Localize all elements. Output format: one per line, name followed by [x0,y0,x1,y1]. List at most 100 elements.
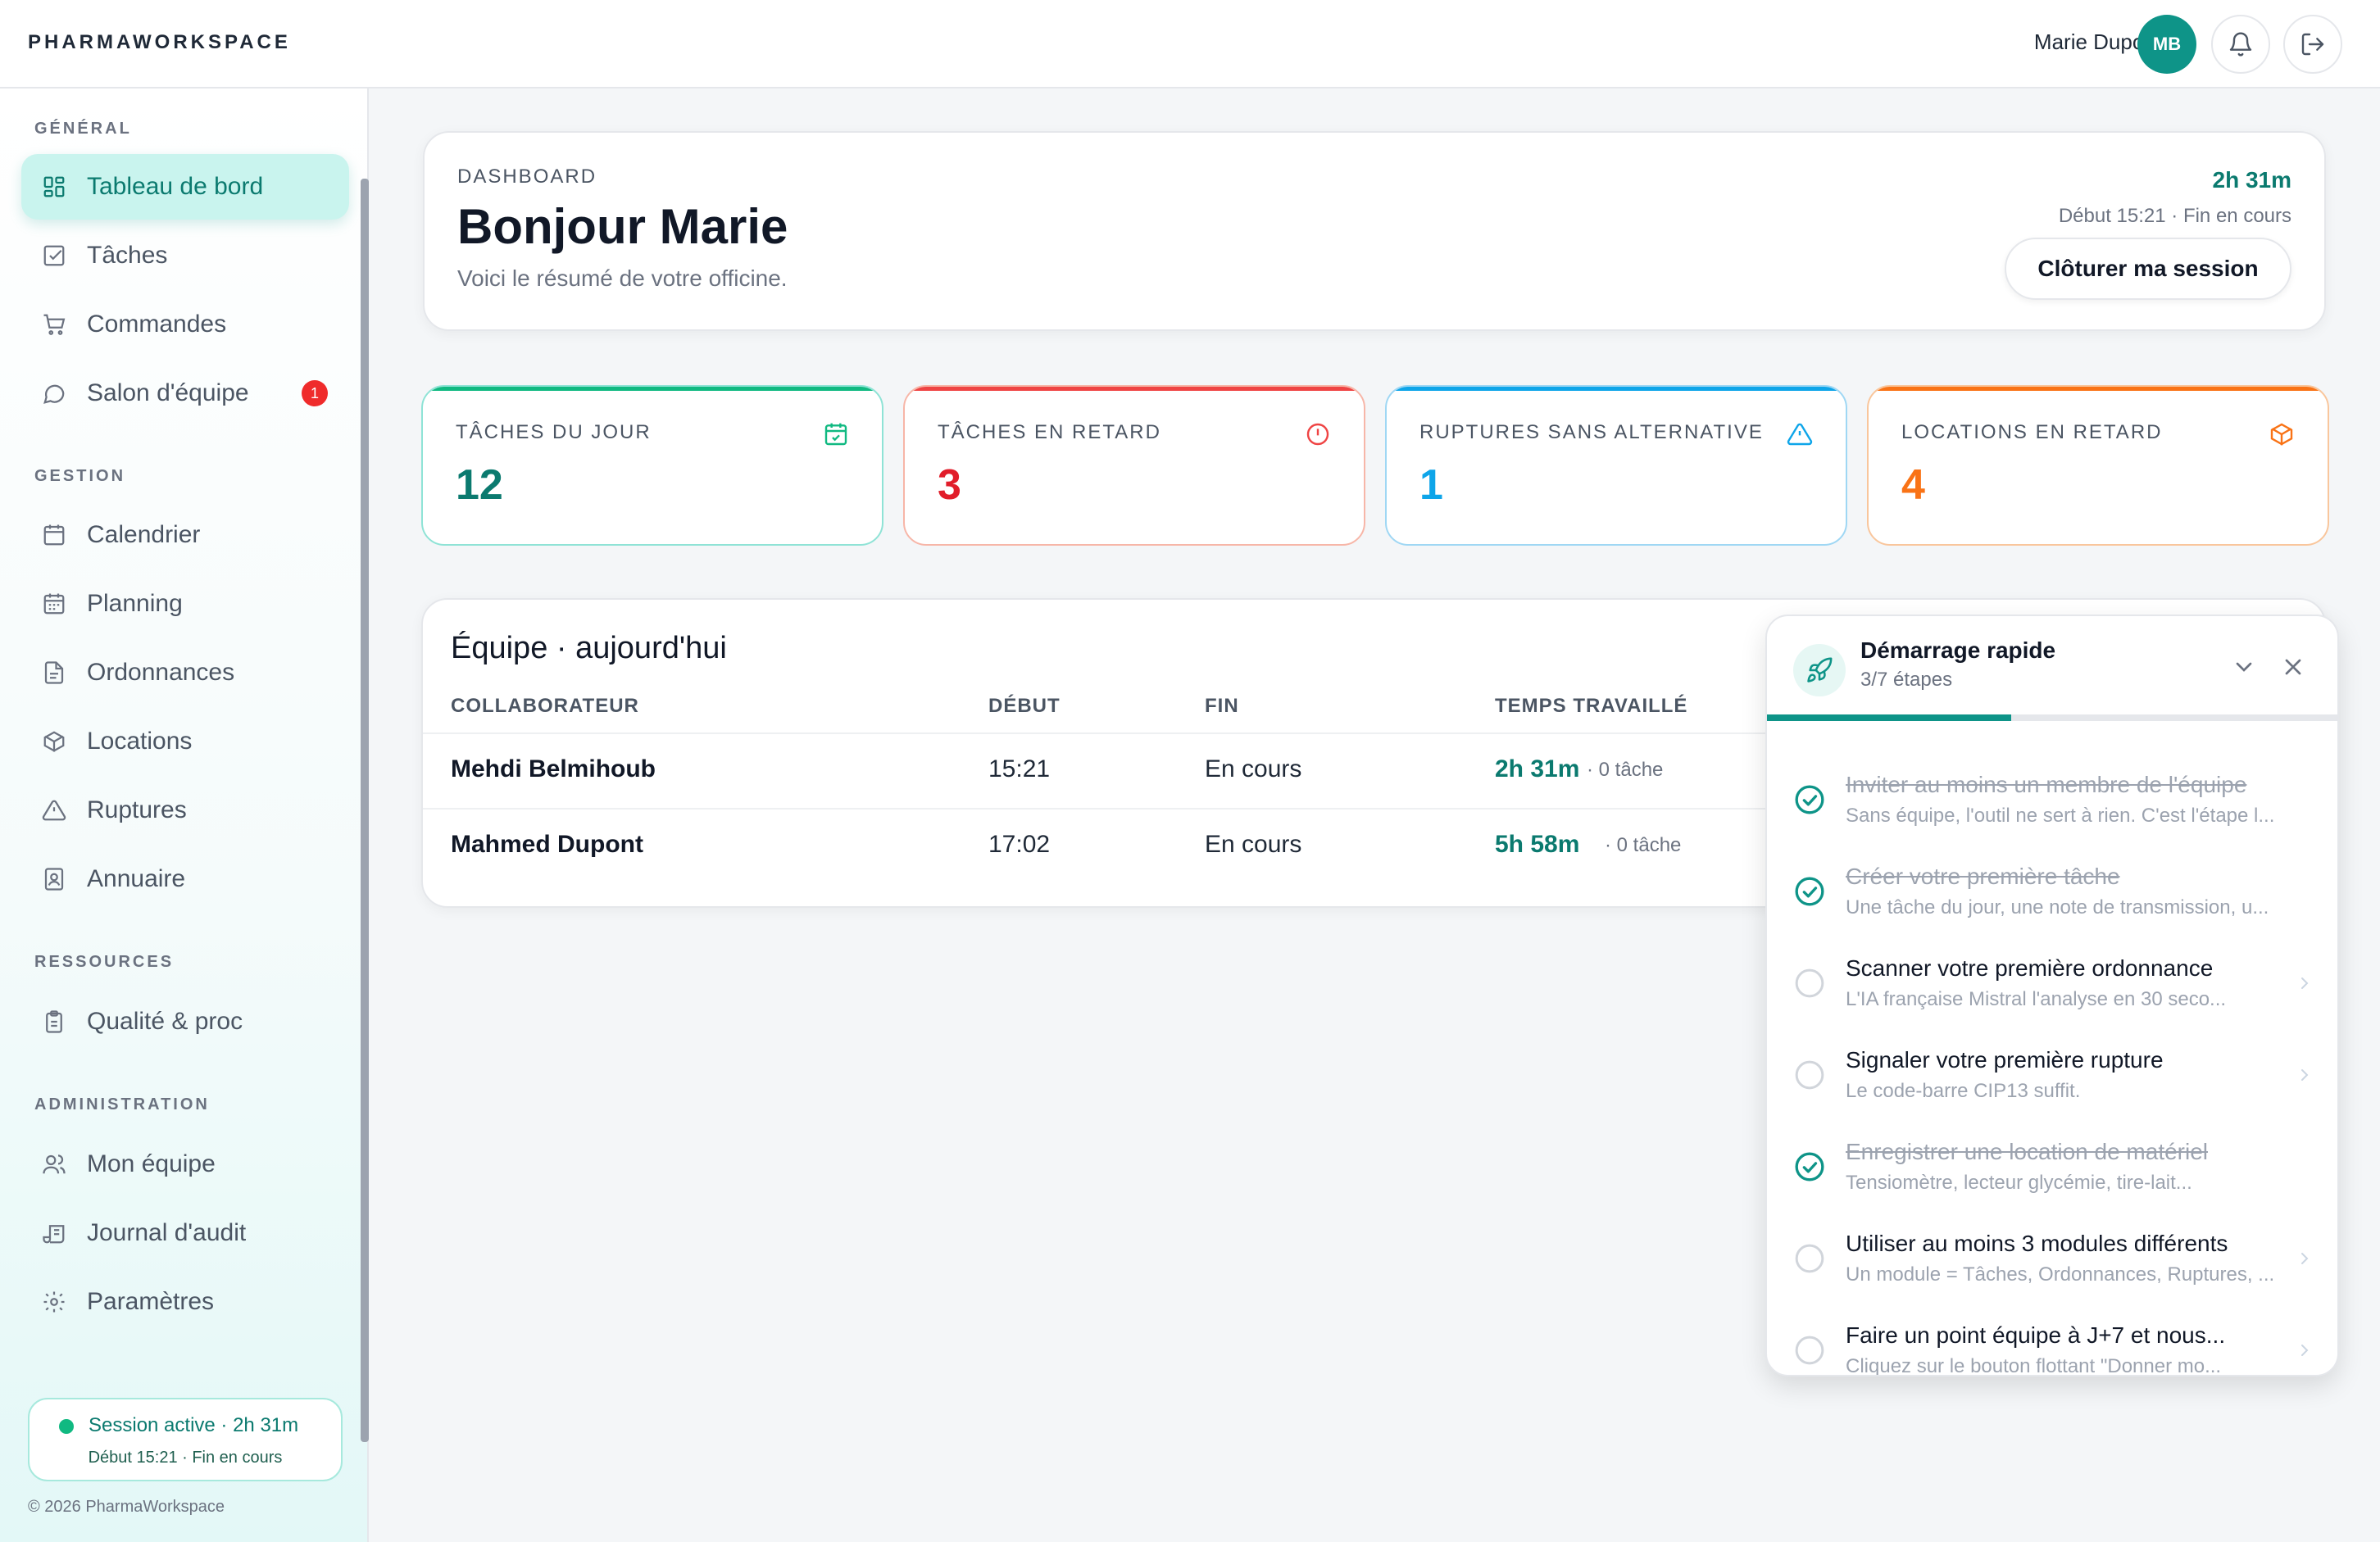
stat-label: LOCATIONS EN RETARD [1901,421,2163,443]
chat-icon [41,380,67,406]
sidebar-item-ordonnances[interactable]: Ordonnances [21,640,349,705]
step-description: Le code-barre CIP13 suffit. [1846,1080,2081,1102]
step-title: Utiliser au moins 3 modules différents [1846,1231,2228,1256]
warning-icon [41,797,67,823]
sidebar-item-label: Tâches [87,242,168,269]
cell-time: 2h 31m [1495,755,1580,782]
close-session-button[interactable]: Clôturer ma session [2005,238,2291,300]
cell-name: Mahmed Dupont [451,831,643,858]
stat-label: TÂCHES DU JOUR [456,421,652,443]
sidebar-item-commandes[interactable]: Commandes [21,292,349,357]
quickstart-step[interactable]: Utiliser au moins 3 modules différents Un… [1767,1213,2337,1304]
calendar-grid-icon [41,591,67,617]
check-circle-icon [1795,877,1824,906]
stat-card-locations-en-retard[interactable]: LOCATIONS EN RETARD 4 [1867,385,2329,546]
cell-start: 17:02 [988,831,1051,858]
stat-accent-bar [1387,387,1846,391]
section-label-administration: ADMINISTRATION [34,1095,210,1113]
unread-badge: 1 [302,380,328,406]
sidebar: GÉNÉRAL Tableau de bord Tâches Commandes… [0,88,369,1542]
step-description: Tensiomètre, lecteur glycémie, tire-lait… [1846,1172,2192,1194]
box-icon [2270,423,2293,446]
quickstart-progress-text: 3/7 étapes [1860,669,1953,691]
quickstart-step[interactable]: Signaler votre première rupture Le code-b… [1767,1029,2337,1121]
chevron-right-icon [2301,1069,2309,1081]
sidebar-item-dashboard[interactable]: Tableau de bord [21,154,349,220]
step-description: L'IA française Mistral l'analyse en 30 s… [1846,988,2227,1010]
check-circle-icon [1795,1152,1824,1181]
cell-time: 5h 58m [1495,831,1580,858]
sidebar-item-label: Mon équipe [87,1150,216,1177]
stat-card-ruptures[interactable]: RUPTURES SANS ALTERNATIVE 1 [1385,385,1847,546]
sidebar-item-locations[interactable]: Locations [21,709,349,774]
quickstart-progress-bar [1767,714,2337,721]
sidebar-item-mon-equipe[interactable]: Mon équipe [21,1132,349,1197]
stat-card-taches-du-jour[interactable]: TÂCHES DU JOUR 12 [421,385,883,546]
sidebar-item-taches[interactable]: Tâches [21,223,349,288]
sidebar-item-parametres[interactable]: Paramètres [21,1269,349,1335]
check-circle-icon [1795,785,1824,814]
stat-accent-bar [1869,387,2328,391]
calendar-check-icon [824,423,847,446]
section-label-general: GÉNÉRAL [34,120,132,138]
stat-label: RUPTURES SANS ALTERNATIVE [1419,421,1764,443]
empty-circle-icon[interactable] [1793,1334,1826,1367]
sidebar-item-label: Locations [87,728,193,755]
sidebar-scrollbar[interactable] [361,179,369,1442]
step-title: Inviter au moins un membre de l'équipe [1846,772,2247,797]
empty-circle-icon[interactable] [1793,1059,1826,1091]
session-duration: 2h 31m [2212,167,2292,193]
session-range: Début 15:21 · Fin en cours [2058,205,2291,227]
sidebar-item-planning[interactable]: Planning [21,571,349,637]
logout-button[interactable] [2283,15,2342,74]
quickstart-step[interactable]: Créer votre première tâche Une tâche du j… [1767,846,2337,937]
quickstart-step[interactable]: Enregistrer une location de matériel Tens… [1767,1121,2337,1213]
alert-circle-icon [1306,423,1329,446]
sidebar-item-label: Calendrier [87,521,201,548]
sidebar-item-calendrier[interactable]: Calendrier [21,502,349,568]
document-icon [41,660,67,686]
cart-icon [41,311,67,338]
sidebar-item-annuaire[interactable]: Annuaire [21,846,349,912]
avatar[interactable]: MB [2137,15,2196,74]
page-title: Bonjour Marie [457,199,788,254]
chevron-down-icon[interactable] [2231,654,2257,680]
sidebar-item-label: Ordonnances [87,659,235,686]
empty-circle-icon[interactable] [1793,1242,1826,1275]
session-sub: Début 15:21 · Fin en cours [88,1449,283,1467]
page-subtitle: Voici le résumé de votre officine. [457,265,788,291]
stat-value: 12 [456,461,503,509]
notifications-button[interactable] [2211,15,2270,74]
copyright: © 2026 PharmaWorkspace [28,1498,225,1516]
section-label-ressources: RESSOURCES [34,953,175,971]
scroll-icon [41,1220,67,1246]
users-icon [41,1151,67,1177]
step-description: Un module = Tâches, Ordonnances, Rupture… [1846,1263,2275,1286]
session-status-card[interactable]: Session active · 2h 31m Début 15:21 · Fi… [28,1398,343,1481]
empty-circle-icon[interactable] [1793,967,1826,1000]
chevron-right-icon [2301,977,2309,989]
close-icon[interactable] [2280,654,2306,680]
gear-icon [41,1289,67,1315]
stat-value: 1 [1419,461,1443,509]
step-title: Enregistrer une location de matériel [1846,1139,2209,1164]
sidebar-item-salon[interactable]: Salon d'équipe 1 [21,361,349,426]
quickstart-step[interactable]: Faire un point équipe à J+7 et nous... Cl… [1767,1304,2337,1375]
rocket-icon [1793,644,1846,696]
stat-card-taches-en-retard[interactable]: TÂCHES EN RETARD 3 [903,385,1365,546]
calendar-icon [41,522,67,548]
bell-icon [2229,32,2252,57]
step-title: Faire un point équipe à J+7 et nous... [1846,1322,2226,1348]
quickstart-step[interactable]: Inviter au moins un membre de l'équipe Sa… [1767,754,2337,846]
sidebar-item-ruptures[interactable]: Ruptures [21,778,349,843]
sidebar-item-journal-audit[interactable]: Journal d'audit [21,1200,349,1266]
quickstart-step[interactable]: Scanner votre première ordonnance L'IA fr… [1767,937,2337,1029]
sidebar-item-label: Journal d'audit [87,1219,247,1246]
brand-logo[interactable]: PHARMAWORKSPACE [28,31,291,54]
sidebar-item-qualite[interactable]: Qualité & proc [21,989,349,1054]
status-dot [59,1419,74,1434]
warning-icon [1787,423,1813,446]
quickstart-panel: Démarrage rapide 3/7 étapes Inviter au m… [1765,615,2339,1376]
sidebar-item-label: Commandes [87,311,227,338]
cell-end: En cours [1205,831,1302,858]
